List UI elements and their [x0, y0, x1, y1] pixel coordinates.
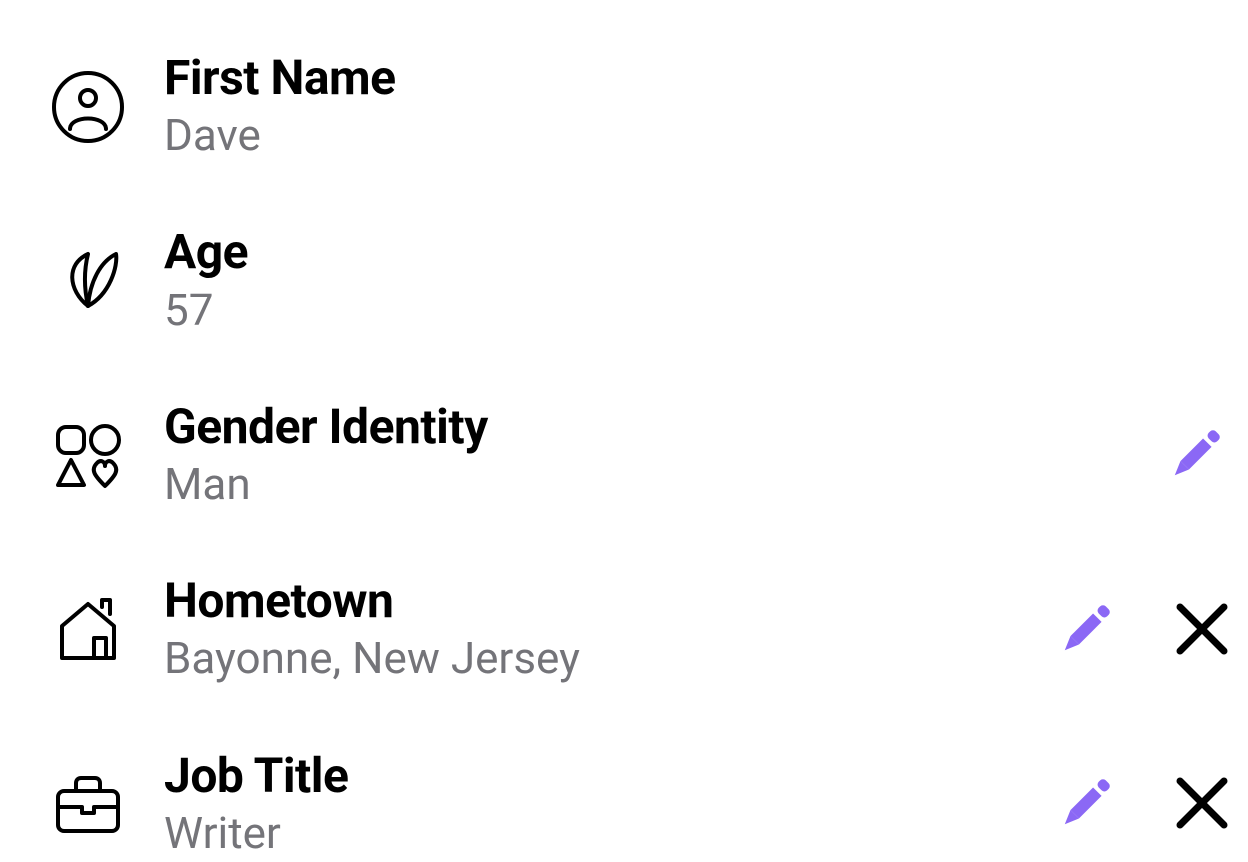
field-value: Dave [164, 107, 1194, 164]
edit-button[interactable] [1050, 767, 1122, 842]
edit-button[interactable] [1050, 593, 1122, 668]
field-label: Age [164, 224, 1194, 279]
field-value: Bayonne, New Jersey [164, 630, 1012, 687]
remove-button[interactable] [1172, 599, 1232, 662]
pencil-icon [1050, 767, 1122, 842]
field-label: Job Title [164, 748, 1012, 803]
close-icon [1172, 599, 1232, 662]
row-actions [1050, 767, 1232, 842]
leaf-icon [50, 244, 126, 320]
row-actions [1050, 593, 1232, 668]
field-value: Writer [164, 805, 1012, 862]
profile-row-first-name: First Name Dave [50, 50, 1234, 164]
close-icon [1172, 773, 1232, 836]
person-icon [50, 69, 126, 145]
house-icon [50, 592, 126, 668]
row-text: Hometown Bayonne, New Jersey [164, 573, 1012, 687]
row-text: Job Title Writer [164, 748, 1012, 862]
profile-details-list: First Name Dave Age 57 G [50, 50, 1234, 862]
profile-row-age: Age 57 [50, 224, 1234, 338]
field-label: First Name [164, 50, 1194, 105]
pencil-icon [1050, 593, 1122, 668]
profile-row-job-title: Job Title Writer [50, 748, 1234, 862]
profile-row-gender-identity: Gender Identity Man [50, 399, 1234, 513]
row-actions [1160, 418, 1232, 493]
briefcase-icon [50, 767, 126, 843]
edit-button[interactable] [1160, 418, 1232, 493]
field-value: 57 [164, 282, 1194, 339]
shapes-icon [50, 418, 126, 494]
pencil-icon [1160, 418, 1232, 493]
field-label: Hometown [164, 573, 1012, 628]
field-value: Man [164, 456, 1122, 513]
profile-row-hometown: Hometown Bayonne, New Jersey [50, 573, 1234, 687]
remove-button[interactable] [1172, 773, 1232, 836]
row-text: Age 57 [164, 224, 1194, 338]
field-label: Gender Identity [164, 399, 1122, 454]
row-text: Gender Identity Man [164, 399, 1122, 513]
row-text: First Name Dave [164, 50, 1194, 164]
